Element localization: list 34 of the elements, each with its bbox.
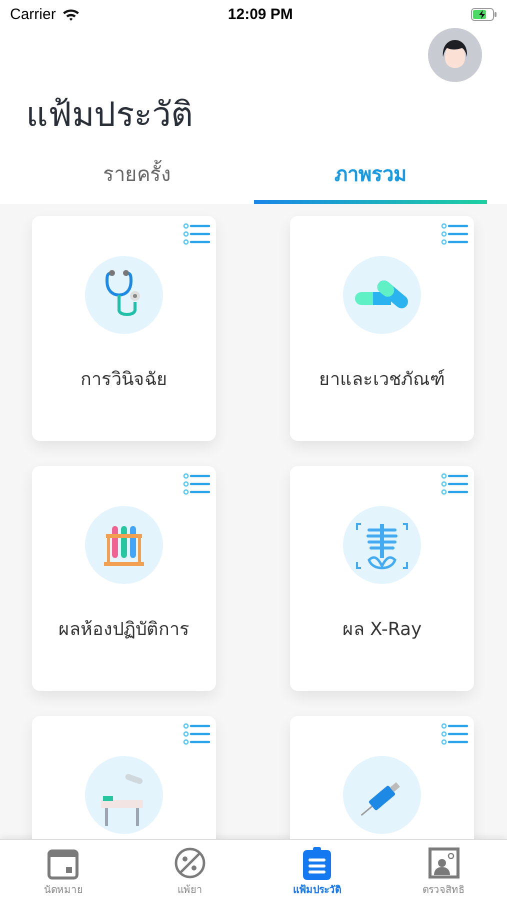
xray-icon xyxy=(343,506,421,584)
card-label: ผล X-Ray xyxy=(342,618,422,642)
avatar[interactable] xyxy=(428,28,482,82)
bottom-tab[interactable]: นัดหมาย xyxy=(0,840,127,900)
id-card-icon xyxy=(426,846,461,880)
bottom-tab[interactable]: แพ้ยา xyxy=(126,840,254,900)
segment-tab[interactable]: รายครั้ง xyxy=(20,150,254,204)
category-card[interactable]: ผลห้องปฏิบัติการ xyxy=(32,466,216,691)
status-time: 12:09 PM xyxy=(228,6,293,22)
list-icon[interactable] xyxy=(183,223,210,245)
battery-icon xyxy=(470,8,497,20)
category-card[interactable]: การวินิจฉัย xyxy=(32,216,216,441)
category-card[interactable]: ผล X-Ray xyxy=(290,466,474,691)
category-card[interactable]: ยาและเวชภัณฑ์ xyxy=(290,216,474,441)
pills-icon xyxy=(343,256,421,334)
bottom-tab[interactable]: แฟ้มประวัติ xyxy=(254,840,380,900)
card-label: ยาและเวชภัณฑ์ xyxy=(319,368,445,392)
bed-icon xyxy=(85,756,163,834)
list-icon[interactable] xyxy=(183,473,210,495)
list-icon[interactable] xyxy=(441,223,468,245)
segment-tab[interactable]: ภาพรวม xyxy=(254,150,487,204)
prohibited-pill-icon xyxy=(173,846,208,880)
bottom-tab[interactable]: ตรวจสิทธิ xyxy=(380,840,507,900)
wifi-icon xyxy=(62,8,80,20)
list-icon[interactable] xyxy=(441,473,468,495)
card-label: ผลห้องปฏิบัติการ xyxy=(58,618,190,642)
list-icon[interactable] xyxy=(183,723,210,745)
card-label: การวินิจฉัย xyxy=(80,368,168,392)
syringe-icon xyxy=(343,756,421,834)
stethoscope-icon xyxy=(85,256,163,334)
test-tubes-icon xyxy=(85,506,163,584)
list-icon[interactable] xyxy=(441,723,468,745)
page-title: แฟ้มประวัติ xyxy=(26,94,194,137)
carrier-name: Carrier xyxy=(10,6,56,22)
